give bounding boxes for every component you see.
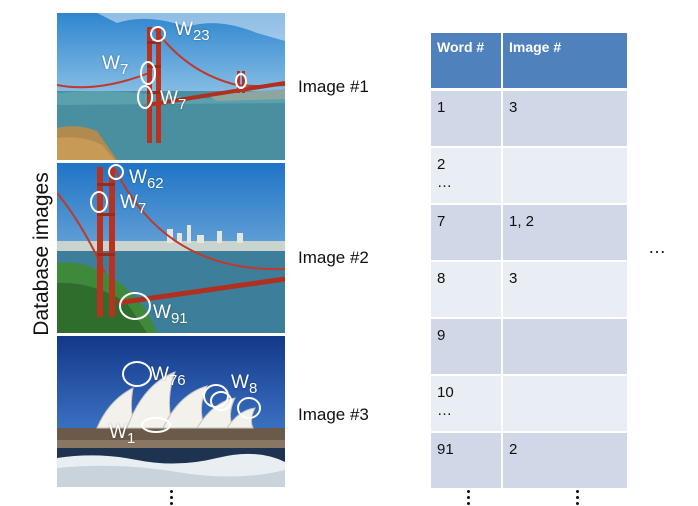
table-row: 7 1, 2 <box>431 204 627 262</box>
image-list-cell: 2 <box>502 432 627 490</box>
visual-word-label: W8 <box>231 372 258 397</box>
more-images-column-ellipsis <box>575 490 579 505</box>
table-row: 10 … <box>431 375 627 433</box>
word-cell: 91 <box>431 432 503 490</box>
table-header-row: Word # Image # <box>431 33 627 91</box>
table-row: 9 <box>431 318 627 376</box>
word-cell: 10 … <box>431 375 503 433</box>
visual-word-label: W23 <box>175 19 210 44</box>
word-cell: 8 <box>431 261 503 319</box>
database-image-3: W76 W8 W1 <box>57 336 285 487</box>
image-list-cell <box>502 375 627 433</box>
database-image-1: W23 W7 W7 <box>57 13 285 160</box>
inverted-file-table: Word # Image # 13 2 … 7 1, 2 83 9 10 … 91… <box>431 33 627 490</box>
visual-word-label: W7 <box>160 88 187 113</box>
image-list-cell <box>502 147 627 205</box>
image-list-cell: 3 <box>502 261 627 319</box>
image-caption-3: Image #3 <box>298 405 369 424</box>
visual-word-label: W1 <box>109 422 136 447</box>
image-list-cell <box>502 318 627 376</box>
image-list-cell: 1, 2 <box>502 204 627 262</box>
visual-word-label: W7 <box>120 192 147 217</box>
image-caption-2: Image #2 <box>298 248 369 267</box>
word-cell: 9 <box>431 318 503 376</box>
database-image-2: W62 W7 W91 <box>57 163 285 333</box>
table-row: 83 <box>431 261 627 319</box>
table-row: 13 <box>431 89 627 148</box>
column-header-word: Word # <box>431 33 503 91</box>
visual-word-label: W7 <box>102 53 129 78</box>
word-cell: 1 <box>431 89 503 148</box>
visual-word-label: W76 <box>151 364 186 389</box>
table-row: 2 … <box>431 147 627 205</box>
more-words-ellipsis <box>466 490 470 505</box>
word-cell: 7 <box>431 204 503 262</box>
word-cell: 2 … <box>431 147 503 205</box>
table-row: 91 2 <box>431 432 627 490</box>
visual-word-label: W91 <box>153 302 188 327</box>
more-columns-ellipsis: … <box>648 237 666 257</box>
image-list-cell: 3 <box>502 89 627 148</box>
visual-word-label: W62 <box>129 167 164 192</box>
image-caption-1: Image #1 <box>298 77 369 96</box>
more-images-ellipsis <box>169 490 173 505</box>
database-images-label: Database images <box>30 172 53 336</box>
column-header-image: Image # <box>502 33 627 91</box>
